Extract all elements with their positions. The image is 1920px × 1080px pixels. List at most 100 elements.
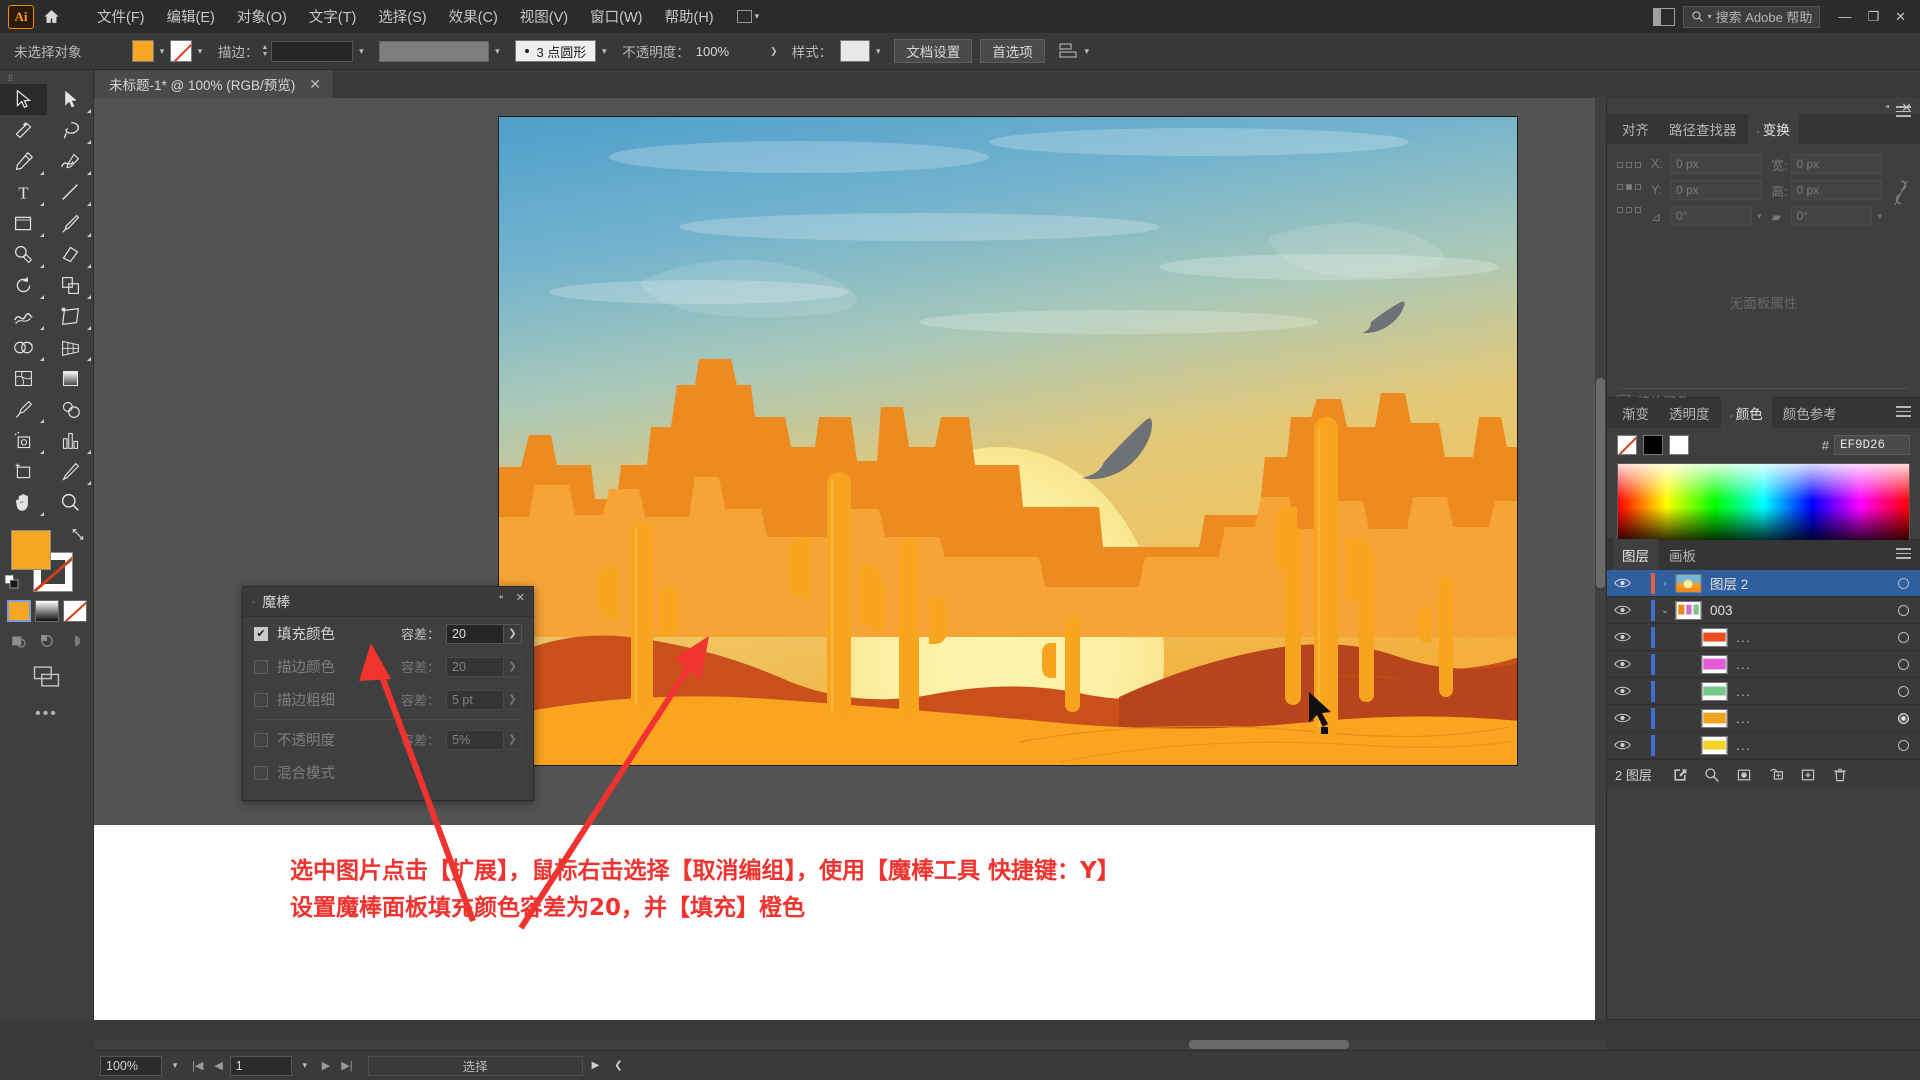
transform-y-field[interactable]: Y: 0 px [1651, 180, 1762, 200]
transform-angle-input[interactable]: 0° [1670, 206, 1752, 226]
transform-w-input[interactable]: 0 px [1790, 154, 1882, 174]
transform-shear-input[interactable]: 0° [1790, 206, 1873, 226]
selection-tool[interactable] [0, 84, 47, 115]
color-spectrum-ramp[interactable] [1617, 463, 1910, 545]
menu-item-select[interactable]: 选择(S) [367, 1, 437, 32]
stroke-tolerance-input[interactable]: 20 [446, 656, 504, 677]
hex-input[interactable]: EF9D26 [1834, 435, 1910, 455]
artboard-tool[interactable] [0, 456, 47, 487]
menu-item-edit[interactable]: 编辑(E) [156, 1, 226, 32]
target-indicator[interactable] [1886, 631, 1920, 643]
layer-row-path-2[interactable]: ... [1607, 651, 1920, 678]
link-broken-icon[interactable] [1892, 160, 1910, 226]
white-swatch[interactable] [1669, 435, 1689, 455]
transform-y-input[interactable]: 0 px [1670, 180, 1762, 200]
layer-name[interactable]: 图层 2 [1710, 573, 1886, 593]
reference-point-selector[interactable] [1617, 162, 1641, 226]
magicwand-row-stroke-weight[interactable]: 描边粗细 容差： 5 pt ❯ [243, 683, 533, 716]
stroke-profile-chevron-down-icon[interactable]: ▾ [489, 40, 505, 62]
stroke-color-swatch[interactable] [170, 40, 192, 62]
default-fill-stroke-icon[interactable] [4, 574, 20, 590]
draw-behind-icon[interactable] [36, 631, 58, 651]
close-icon[interactable]: ✕ [1895, 9, 1906, 25]
layer-name[interactable]: ... [1736, 738, 1886, 753]
status-text[interactable]: 选择 [367, 1055, 583, 1076]
tab-gradient[interactable]: 渐变 [1613, 397, 1658, 429]
tab-transform[interactable]: ◦ 变换 [1747, 113, 1799, 145]
artboard-chevron-down-icon[interactable]: ▾ [295, 1060, 315, 1071]
stroke-weight-stepper[interactable]: ▲ ▼ [259, 44, 272, 58]
opacity-value[interactable]: 100% [696, 44, 766, 59]
collapse-arrow-icon[interactable]: ⌄ [1655, 605, 1675, 616]
paintbrush-tool[interactable] [47, 208, 94, 239]
arrange-documents-button[interactable]: ▾ [731, 7, 766, 26]
width-tool[interactable] [0, 301, 47, 332]
direct-selection-tool[interactable] [47, 84, 94, 115]
layer-row-path-3[interactable]: ... [1607, 678, 1920, 705]
artboard[interactable] [498, 116, 1518, 766]
visibility-toggle-icon[interactable] [1607, 604, 1637, 616]
magicwand-row-stroke-color[interactable]: 描边颜色 容差： 20 ❯ [243, 650, 533, 683]
target-indicator[interactable] [1886, 685, 1920, 697]
menu-item-type[interactable]: 文字(T) [298, 1, 368, 32]
opacity-tolerance-chevron-icon[interactable]: ❯ [504, 729, 522, 750]
panel-menu-icon[interactable] [1896, 106, 1911, 120]
tab-transparency[interactable]: 透明度 [1660, 397, 1719, 429]
slice-tool[interactable] [47, 456, 94, 487]
swap-fill-stroke-icon[interactable] [71, 528, 85, 542]
layer-name[interactable]: ... [1736, 630, 1886, 645]
minimize-icon[interactable]: — [1838, 9, 1851, 24]
magic-wand-panel-tab[interactable]: 魔棒 [262, 592, 290, 612]
mesh-tool[interactable] [0, 363, 47, 394]
brush-chevron-down-icon[interactable]: ▾ [596, 40, 612, 62]
menu-item-object[interactable]: 对象(O) [226, 1, 298, 32]
artboard-number-input[interactable]: 1 [229, 1055, 292, 1076]
layer-name[interactable]: ... [1736, 684, 1886, 699]
weight-tolerance-input[interactable]: 5 pt [446, 689, 504, 710]
stroke-weight-checkbox[interactable] [254, 692, 268, 707]
weight-tolerance-chevron-icon[interactable]: ❯ [504, 689, 522, 710]
new-sublayer-icon[interactable] [1768, 767, 1784, 783]
menu-item-help[interactable]: 帮助(H) [653, 1, 724, 32]
fill-color-swatch[interactable] [132, 40, 154, 62]
gradient-mode-button[interactable] [34, 600, 59, 622]
layer-name[interactable]: 003 [1710, 603, 1886, 618]
transform-shear-field[interactable]: ▰ 0° ▾ [1772, 206, 1882, 226]
brush-definition-dropdown[interactable]: 3 点圆形 [515, 40, 597, 62]
blending-mode-checkbox[interactable] [254, 765, 268, 780]
tab-color[interactable]: ◦ 颜色 [1720, 397, 1772, 429]
zoom-tool[interactable] [47, 487, 94, 518]
magicwand-row-fill-color[interactable]: ✔ 填充颜色 容差： 20 ❯ [243, 617, 533, 650]
restore-icon[interactable]: ❐ [1867, 9, 1879, 25]
visibility-toggle-icon[interactable] [1607, 577, 1637, 589]
last-artboard-icon[interactable]: ▶| [337, 1059, 356, 1072]
tab-close-icon[interactable]: ✕ [309, 76, 321, 93]
draw-normal-icon[interactable] [8, 631, 30, 651]
visibility-toggle-icon[interactable] [1607, 739, 1637, 751]
prev-artboard-icon[interactable]: ◀ [210, 1059, 226, 1072]
stroke-profile-input[interactable] [379, 40, 490, 62]
preferences-button[interactable]: 首选项 [980, 39, 1045, 63]
magic-wand-panel[interactable]: ◦ 魔棒 ⁌ ✕ ✔ 填充颜色 容差： 20 ❯ 描边颜色 容差： 20 ❯ 描… [242, 586, 534, 801]
color-mode-button[interactable] [6, 600, 31, 622]
type-tool[interactable]: T [0, 177, 47, 208]
pen-tool[interactable] [0, 146, 47, 177]
layer-row-path-4[interactable]: ... [1607, 705, 1920, 732]
align-icon[interactable] [1059, 42, 1079, 60]
transform-w-field[interactable]: 宽: 0 px [1772, 154, 1882, 174]
fill-color-checkbox[interactable]: ✔ [254, 626, 268, 641]
document-setup-button[interactable]: 文档设置 [894, 39, 973, 63]
align-chevron-down-icon[interactable]: ▾ [1079, 40, 1095, 62]
magicwand-row-opacity[interactable]: 不透明度 容差： 5% ❯ [243, 723, 533, 756]
shape-builder-tool[interactable] [0, 332, 47, 363]
visibility-toggle-icon[interactable] [1607, 658, 1637, 670]
layer-row-path-5[interactable]: ... [1607, 732, 1920, 759]
fill-chevron-down-icon[interactable]: ▾ [154, 40, 170, 62]
search-adobe-help[interactable]: ▾ 搜索 Adobe 帮助 [1682, 5, 1821, 28]
tab-layers[interactable]: 图层 [1613, 539, 1658, 571]
curvature-tool[interactable] [47, 146, 94, 177]
stroke-weight-input[interactable] [271, 40, 354, 62]
visibility-toggle-icon[interactable] [1607, 712, 1637, 724]
lasso-tool[interactable] [47, 115, 94, 146]
tab-align[interactable]: 对齐 [1613, 113, 1658, 145]
